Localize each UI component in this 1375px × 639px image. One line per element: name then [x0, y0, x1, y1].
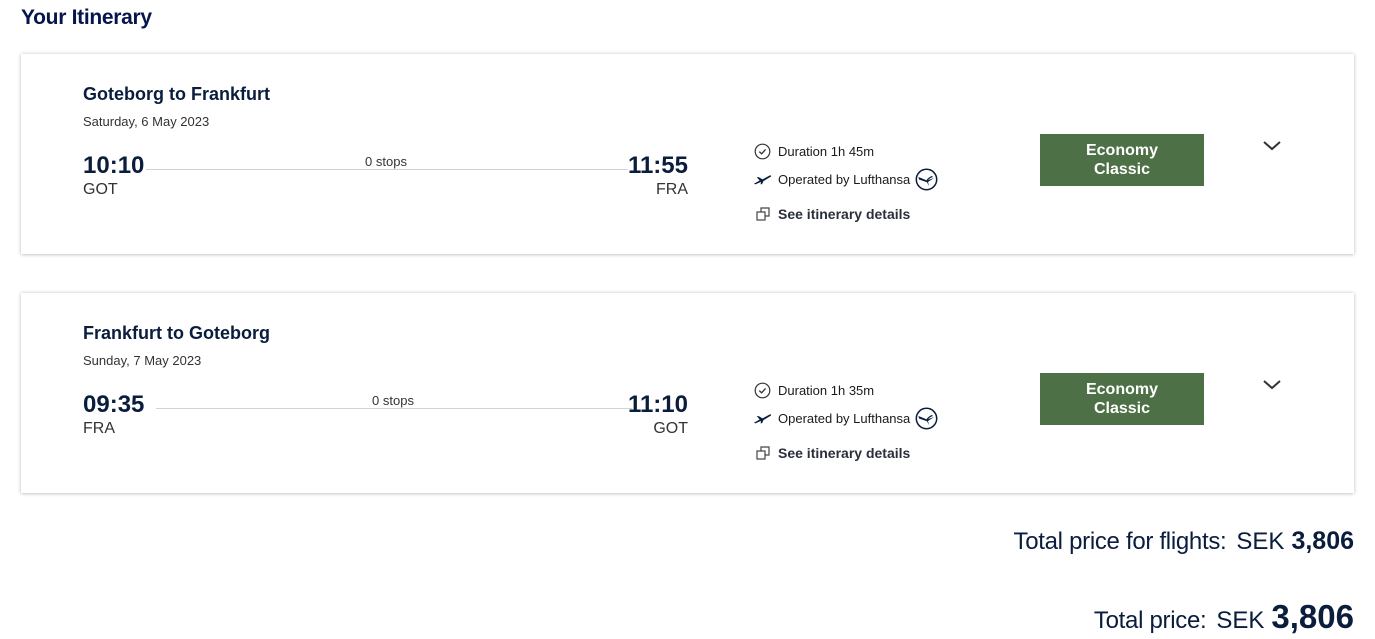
flight-date: Sunday, 7 May 2023 [83, 353, 202, 368]
fare-class-button[interactable]: Economy Classic [1040, 134, 1204, 186]
details-link-text: See itinerary details [778, 206, 911, 222]
departure-time: 09:35 [83, 391, 145, 418]
arrival-time: 11:10 [627, 391, 688, 418]
fare-class-line1: Economy [1085, 381, 1158, 398]
clock-check-icon [753, 143, 772, 160]
operator-text: Operated by Lufthansa [778, 411, 911, 426]
arrival-airport: GOT [653, 420, 688, 437]
lufthansa-crane-logo-icon [915, 407, 938, 430]
lufthansa-crane-logo-icon [915, 168, 938, 191]
flight-route: Goteborg to Frankfurt [83, 84, 270, 104]
arrival-time: 11:55 [627, 152, 688, 179]
details-link-text: See itinerary details [778, 445, 911, 461]
flight-date: Saturday, 6 May 2023 [83, 114, 210, 129]
departure-airport: GOT [83, 181, 118, 198]
airplane-icon [753, 413, 772, 425]
see-itinerary-details-link[interactable]: See itinerary details [753, 445, 910, 461]
see-itinerary-details-link[interactable]: See itinerary details [753, 206, 910, 222]
arrival-airport: FRA [656, 181, 688, 198]
flight-card-outbound: Goteborg to Frankfurt Saturday, 6 May 20… [21, 54, 1354, 254]
flight-path-line [146, 169, 628, 170]
clock-check-icon [753, 382, 772, 399]
duration-text: Duration 1h 45m [778, 144, 875, 159]
fare-class-line1: Economy [1085, 142, 1158, 159]
operator-row: Operated by Lufthansa [753, 407, 938, 430]
airplane-icon [753, 174, 772, 186]
operator-row: Operated by Lufthansa [753, 168, 938, 191]
departure-airport: FRA [83, 420, 115, 437]
stops-label: 0 stops [365, 154, 407, 169]
duration-row: Duration 1h 45m [753, 143, 874, 160]
chevron-down-icon[interactable] [1261, 137, 1283, 155]
grand-total-currency: SEK [1216, 607, 1265, 634]
page-title: Your Itinerary [21, 6, 152, 29]
grand-total-price: Total price: SEK 3,806 [1094, 598, 1354, 636]
grand-total-label: Total price: [1093, 607, 1207, 634]
grand-total-amount: 3,806 [1271, 598, 1354, 635]
duration-row: Duration 1h 35m [753, 382, 874, 399]
flights-total-amount: 3,806 [1291, 527, 1354, 555]
flights-total-currency: SEK [1236, 528, 1285, 555]
external-window-icon [753, 207, 772, 221]
flight-path-line [156, 408, 632, 409]
operator-text: Operated by Lufthansa [778, 172, 911, 187]
fare-class-line2: Classic [1093, 400, 1151, 417]
flight-card-return: Frankfurt to Goteborg Sunday, 7 May 2023… [21, 293, 1354, 493]
flights-total-label: Total price for flights: [1013, 528, 1227, 555]
duration-text: Duration 1h 35m [778, 383, 875, 398]
chevron-down-icon[interactable] [1261, 376, 1283, 394]
external-window-icon [753, 446, 772, 460]
stops-label: 0 stops [372, 393, 414, 408]
flight-route: Frankfurt to Goteborg [83, 323, 270, 343]
fare-class-line2: Classic [1093, 161, 1151, 178]
fare-class-button[interactable]: Economy Classic [1040, 373, 1204, 425]
flights-total-price: Total price for flights: SEK 3,806 [1014, 527, 1354, 556]
departure-time: 10:10 [83, 152, 145, 179]
